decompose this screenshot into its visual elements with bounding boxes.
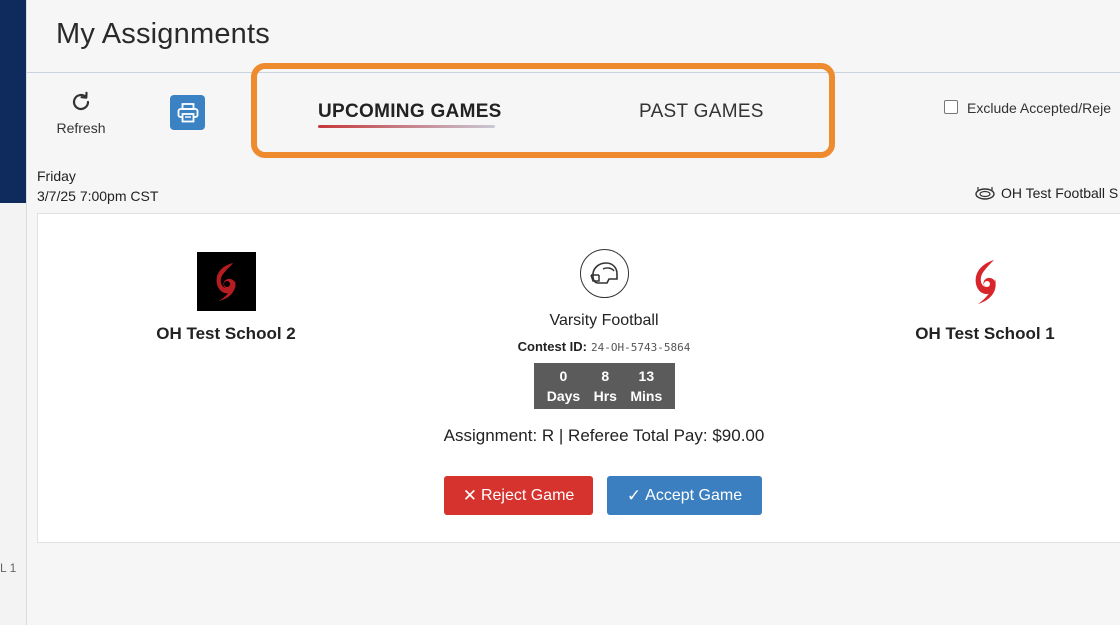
accept-game-button[interactable]: ✓ Accept Game (607, 476, 762, 515)
accept-game-label: Accept Game (645, 486, 743, 504)
game-datetime: 3/7/25 7:00pm CST (37, 188, 159, 204)
countdown-hours-unit: Hrs (593, 388, 617, 404)
away-team-name: OH Test School 2 (156, 324, 296, 343)
exclude-checkbox[interactable] (944, 100, 958, 114)
countdown-timer: 0 Days 8 Hrs 13 Mins (534, 363, 675, 409)
countdown-days: 0 Days (547, 366, 580, 406)
away-team: OH Test School 2 (156, 252, 296, 344)
assignment-summary: Assignment: R | Referee Total Pay: $90.0… (443, 426, 765, 445)
contest-id-label: Contest ID: (517, 339, 587, 354)
left-rail: L 1 (0, 0, 27, 625)
left-rail-label: L 1 (0, 561, 17, 575)
home-team: OH Test School 1 (915, 252, 1055, 344)
countdown-mins-unit: Mins (630, 388, 663, 404)
sport-level: Varsity Football (549, 312, 659, 329)
stadium-icon (975, 187, 995, 200)
venue: OH Test Football S (975, 185, 1118, 201)
contest-id-value: 24-OH-5743-5864 (591, 341, 691, 354)
football-helmet-icon (579, 249, 629, 298)
tab-upcoming-label: UPCOMING GAMES (318, 101, 502, 122)
countdown-mins-value: 13 (638, 368, 655, 384)
game-details: Varsity Football Contest ID: 24-OH-5743-5… (434, 249, 774, 354)
countdown-days-value: 0 (559, 368, 568, 384)
checkmark-icon: ✓ (626, 485, 642, 505)
refresh-label: Refresh (56, 120, 106, 136)
print-button[interactable] (170, 95, 205, 130)
home-team-name: OH Test School 1 (915, 324, 1055, 343)
exclude-label: Exclude Accepted/Reje (967, 100, 1111, 116)
countdown-hours: 8 Hrs (594, 366, 617, 406)
active-tab-indicator (318, 125, 495, 128)
home-team-logo (956, 252, 1015, 311)
tab-past-games[interactable]: PAST GAMES (639, 101, 764, 123)
page-title: My Assignments (56, 18, 270, 50)
reject-game-label: Reject Game (480, 486, 575, 504)
exclude-filter: Exclude Accepted/Reje (944, 100, 1111, 116)
refresh-button[interactable]: Refresh (50, 90, 112, 136)
venue-name: OH Test Football S (1001, 185, 1119, 201)
countdown-mins: 13 Mins (630, 366, 662, 406)
game-card: OH Test School 2 Varsity Football Contes… (37, 213, 1120, 543)
away-team-logo (196, 252, 256, 311)
contest-id: Contest ID: 24-OH-5743-5864 (434, 339, 774, 354)
refresh-icon (72, 91, 90, 111)
tab-upcoming-games[interactable]: UPCOMING GAMES (318, 101, 502, 128)
reject-game-button[interactable]: ✕ Reject Game (444, 476, 593, 515)
game-date: Friday 3/7/25 7:00pm CST (37, 166, 158, 206)
printer-icon (177, 102, 198, 122)
tab-past-label: PAST GAMES (639, 101, 764, 122)
countdown-days-unit: Days (546, 388, 581, 404)
close-icon: ✕ (462, 485, 477, 505)
countdown-hours-value: 8 (601, 368, 610, 384)
nav-brand-strip (0, 0, 26, 203)
game-day: Friday (37, 168, 76, 184)
